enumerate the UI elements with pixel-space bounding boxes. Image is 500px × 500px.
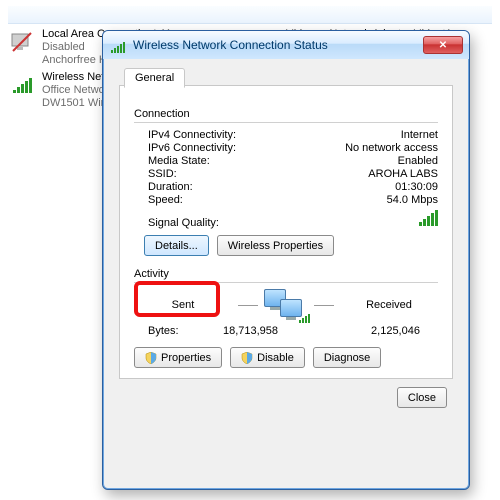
ipv4-label: IPv4 Connectivity: <box>148 129 401 141</box>
duration-value: 01:30:09 <box>395 181 438 193</box>
bytes-sent-value: 18,713,958 <box>208 325 293 337</box>
shield-icon <box>145 352 157 364</box>
close-icon: ✕ <box>439 40 447 51</box>
group-connection-label: Connection <box>134 108 438 120</box>
properties-button[interactable]: Properties <box>134 347 222 368</box>
tab-general[interactable]: General <box>124 68 185 88</box>
wired-disabled-icon <box>8 28 36 56</box>
disable-button[interactable]: Disable <box>230 347 305 368</box>
divider <box>314 305 334 306</box>
close-dialog-button[interactable]: Close <box>397 387 447 408</box>
toolbar <box>8 6 492 24</box>
media-state-label: Media State: <box>148 155 398 167</box>
details-button[interactable]: Details... <box>144 235 209 256</box>
activity-monitors-icon <box>264 289 308 321</box>
close-button[interactable]: ✕ <box>423 36 463 54</box>
ipv6-value: No network access <box>345 142 438 154</box>
ipv4-value: Internet <box>401 129 438 141</box>
wireless-status-dialog: Wireless Network Connection Status ✕ Gen… <box>102 30 470 490</box>
media-state-value: Enabled <box>398 155 438 167</box>
duration-label: Duration: <box>148 181 395 193</box>
sent-label: Sent <box>134 299 232 311</box>
shield-icon <box>241 352 253 364</box>
signal-bars-icon <box>419 210 438 229</box>
signal-quality-label: Signal Quality: <box>148 217 419 229</box>
ipv6-label: IPv6 Connectivity: <box>148 142 345 154</box>
ssid-value: AROHA LABS <box>368 168 438 180</box>
wifi-icon <box>8 71 36 99</box>
titlebar[interactable]: Wireless Network Connection Status ✕ <box>103 31 469 59</box>
received-label: Received <box>340 299 438 311</box>
bytes-label: Bytes: <box>148 325 208 337</box>
wifi-icon <box>111 37 127 53</box>
wireless-properties-button[interactable]: Wireless Properties <box>217 235 334 256</box>
speed-value: 54.0 Mbps <box>387 194 438 206</box>
divider <box>134 282 438 283</box>
divider <box>238 305 258 306</box>
group-activity-label: Activity <box>134 268 438 280</box>
speed-label: Speed: <box>148 194 387 206</box>
diagnose-button[interactable]: Diagnose <box>313 347 381 368</box>
divider <box>134 122 438 123</box>
dialog-title: Wireless Network Connection Status <box>133 38 417 52</box>
bytes-received-value: 2,125,046 <box>353 325 438 337</box>
ssid-label: SSID: <box>148 168 368 180</box>
dialog-body: General Connection IPv4 Connectivity:Int… <box>119 85 453 379</box>
